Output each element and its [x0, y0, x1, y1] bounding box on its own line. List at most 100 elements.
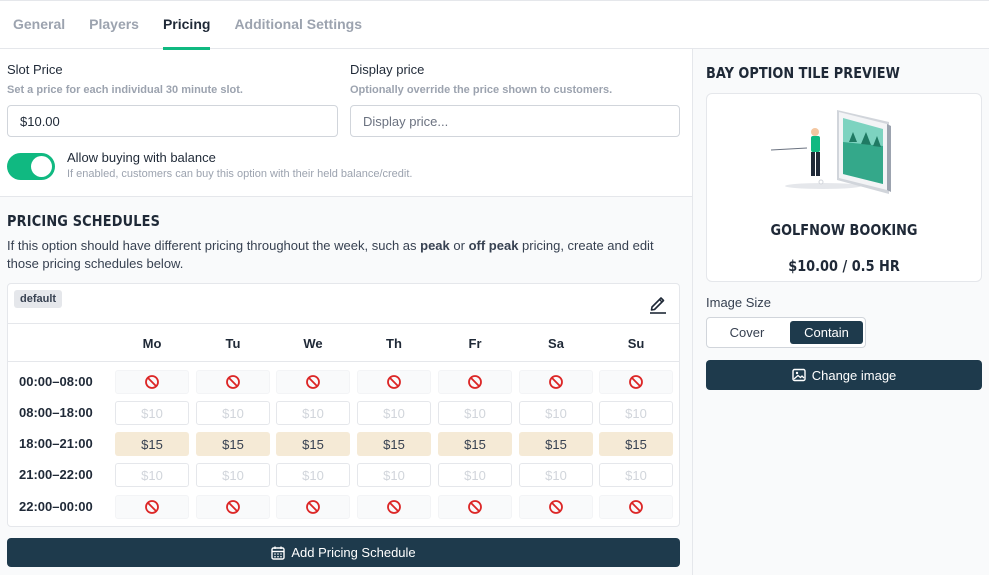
- desc-text-1: If this option should have different pri…: [7, 238, 421, 253]
- image-size-label: Image Size: [706, 295, 772, 310]
- schedule-cell[interactable]: [438, 495, 512, 519]
- schedule-cell[interactable]: $10: [357, 463, 431, 487]
- desc-text-2: or: [449, 238, 469, 253]
- schedule-cell[interactable]: $10: [357, 401, 431, 425]
- schedule-cell[interactable]: $15: [276, 432, 350, 456]
- blocked-icon: [468, 500, 482, 514]
- pricing-schedules-title: PRICING SCHEDULES: [7, 212, 161, 230]
- days-header-row: Mo Tu We Th Fr Sa Su: [8, 325, 679, 362]
- schedule-cell[interactable]: $10: [519, 401, 593, 425]
- schedule-cell[interactable]: [599, 370, 673, 394]
- schedule-cell[interactable]: $10: [115, 463, 189, 487]
- display-price-field: Display price Optionally override the pr…: [350, 62, 612, 96]
- schedule-cell[interactable]: $10: [438, 401, 512, 425]
- blocked-icon: [387, 375, 401, 389]
- display-price-input[interactable]: [350, 105, 680, 137]
- blocked-icon: [468, 375, 482, 389]
- image-icon: [792, 368, 806, 382]
- calendar-icon: [271, 546, 286, 560]
- tab-pricing[interactable]: Pricing: [162, 3, 211, 50]
- schedule-cell[interactable]: $10: [276, 463, 350, 487]
- schedule-cell[interactable]: $15: [196, 432, 270, 456]
- schedule-cell[interactable]: $10: [519, 463, 593, 487]
- day-header: Sa: [548, 336, 564, 351]
- schedule-cell[interactable]: [438, 370, 512, 394]
- schedule-cell[interactable]: $10: [196, 463, 270, 487]
- contain-option[interactable]: Contain: [790, 321, 863, 344]
- tab-additional-settings[interactable]: Additional Settings: [234, 3, 362, 49]
- change-image-label: Change image: [811, 367, 897, 383]
- add-pricing-schedule-label: Add Pricing Schedule: [291, 545, 416, 560]
- time-slot-label: 22:00–00:00: [19, 499, 93, 514]
- schedule-cell[interactable]: $15: [115, 432, 189, 456]
- schedule-cell[interactable]: [115, 495, 189, 519]
- schedule-cell[interactable]: [196, 370, 270, 394]
- slot-price-label: Slot Price: [7, 62, 63, 77]
- allow-balance-field: Allow buying with balance If enabled, cu…: [67, 150, 412, 180]
- schedule-cell[interactable]: [276, 495, 350, 519]
- schedule-cell[interactable]: $10: [276, 401, 350, 425]
- slot-price-input[interactable]: [7, 105, 338, 137]
- blocked-icon: [145, 500, 159, 514]
- tile-price: $10.00 / 0.5 HR: [788, 257, 900, 275]
- tab-players[interactable]: Players: [89, 3, 139, 49]
- schedule-cell[interactable]: $10: [196, 401, 270, 425]
- schedule-cell[interactable]: [196, 495, 270, 519]
- day-header: Th: [386, 336, 402, 351]
- blocked-icon: [306, 375, 320, 389]
- blocked-icon: [226, 500, 240, 514]
- time-slot-label: 00:00–08:00: [19, 374, 93, 389]
- schedule-cell[interactable]: [519, 370, 593, 394]
- schedule-cell[interactable]: [276, 370, 350, 394]
- schedule-cell[interactable]: $15: [438, 432, 512, 456]
- golf-simulator-illustration: [771, 110, 891, 194]
- day-header: We: [303, 336, 323, 351]
- add-pricing-schedule-button[interactable]: Add Pricing Schedule: [7, 538, 680, 567]
- schedule-cell[interactable]: [599, 495, 673, 519]
- toggle-knob: [31, 156, 52, 177]
- display-price-help: Optionally override the price shown to c…: [350, 84, 613, 96]
- tab-bar: General Players Pricing Additional Setti…: [0, 3, 989, 50]
- tab-general[interactable]: General: [13, 3, 65, 49]
- schedule-cell[interactable]: $15: [357, 432, 431, 456]
- day-header: Fr: [468, 336, 482, 351]
- display-price-label: Display price: [350, 62, 425, 77]
- blocked-icon: [145, 375, 159, 389]
- time-slot-label: 08:00–18:00: [19, 405, 93, 420]
- preview-title: BAY OPTION TILE PREVIEW: [706, 64, 900, 82]
- allow-balance-toggle[interactable]: [7, 153, 55, 180]
- schedule-cell[interactable]: $10: [599, 463, 673, 487]
- schedule-cell[interactable]: $10: [115, 401, 189, 425]
- tile-name: GOLFNOW BOOKING: [770, 221, 918, 239]
- blocked-icon: [306, 500, 320, 514]
- image-size-toggle: Cover Contain: [706, 317, 866, 348]
- bay-option-tile: GOLFNOW BOOKING $10.00 / 0.5 HR: [706, 93, 982, 282]
- pricing-schedules-description: If this option should have different pri…: [7, 237, 682, 273]
- pencil-icon: [650, 297, 666, 314]
- blocked-icon: [629, 375, 643, 389]
- schedule-cell[interactable]: $15: [519, 432, 593, 456]
- edit-schedule-button[interactable]: [647, 292, 669, 314]
- day-header: Mo: [142, 336, 162, 351]
- schedule-cell[interactable]: [357, 370, 431, 394]
- schedule-cell[interactable]: $15: [599, 432, 673, 456]
- schedule-cell[interactable]: [115, 370, 189, 394]
- schedule-header: default: [8, 284, 679, 324]
- blocked-icon: [549, 375, 563, 389]
- schedule-cell[interactable]: [357, 495, 431, 519]
- schedule-cell[interactable]: $10: [599, 401, 673, 425]
- blocked-icon: [549, 500, 563, 514]
- schedule-cell[interactable]: [519, 495, 593, 519]
- pricing-schedules-section: PRICING SCHEDULES If this option should …: [0, 196, 692, 575]
- time-slot-label: 21:00–22:00: [19, 467, 93, 482]
- schedule-card: default Mo Tu We Th Fr Sa Su 00:00–08:00 08:00–…: [7, 283, 680, 527]
- preview-panel: BAY OPTION TILE PREVIEW GOLFNOW BOOKING …: [692, 49, 989, 575]
- blocked-icon: [226, 375, 240, 389]
- desc-peak: peak: [420, 238, 450, 253]
- blocked-icon: [387, 500, 401, 514]
- allow-balance-label: Allow buying with balance: [67, 150, 216, 165]
- change-image-button[interactable]: Change image: [706, 360, 982, 390]
- cover-option[interactable]: Cover: [710, 321, 784, 344]
- time-slot-label: 18:00–21:00: [19, 436, 93, 451]
- schedule-cell[interactable]: $10: [438, 463, 512, 487]
